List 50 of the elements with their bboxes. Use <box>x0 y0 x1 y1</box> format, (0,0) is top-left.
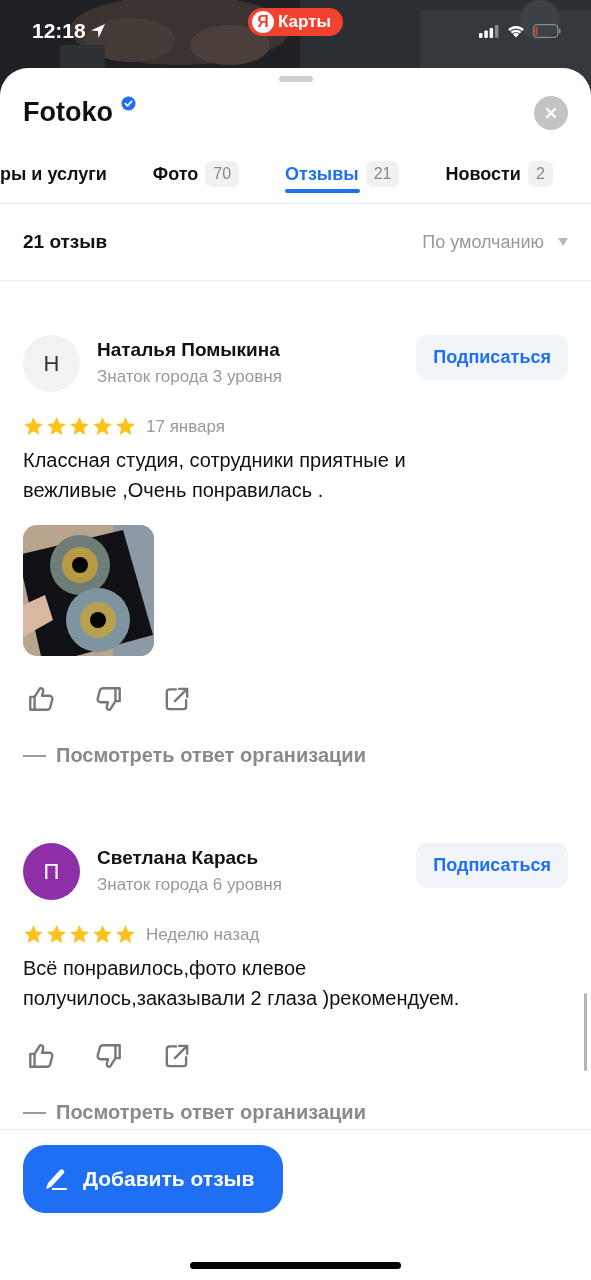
review-text: Классная студия, сотрудники приятные и вежливые ,Очень понравилась . <box>23 448 407 503</box>
star-icon <box>69 416 90 437</box>
reviewer-name: Наталья Помыкина <box>97 339 281 361</box>
star-icon <box>92 924 113 945</box>
tab[interactable]: Отзывы 21 <box>285 150 400 198</box>
star-icon <box>46 416 67 437</box>
tab[interactable]: ры и услуги <box>0 150 107 198</box>
star-icon <box>23 416 44 437</box>
count-badge: 21 <box>365 161 400 187</box>
location-arrow-icon <box>89 23 106 39</box>
drag-handle[interactable] <box>278 76 313 82</box>
place-title: Fotoko <box>23 96 113 128</box>
thumbs-up-icon[interactable] <box>26 684 56 714</box>
reviewer-level: Знаток города 3 уровня <box>97 367 282 387</box>
view-reply-link[interactable]: Посмотреть ответ организации <box>23 744 366 767</box>
tab[interactable]: Новости 2 <box>445 150 553 198</box>
subscribe-button[interactable]: Подписаться <box>416 335 568 380</box>
review-date: 17 января <box>146 416 225 437</box>
star-icon <box>115 416 136 437</box>
thumbs-down-icon[interactable] <box>94 684 124 714</box>
clock-time: 12:18 <box>32 19 86 43</box>
star-icon <box>115 924 136 945</box>
subscribe-button[interactable]: Подписаться <box>416 843 568 888</box>
app-name: Карты <box>278 12 332 32</box>
wifi-icon <box>506 24 526 38</box>
count-badge: 70 <box>205 161 240 187</box>
review-text: Всё понравилось,фото клевое получилось,заказывали 2 глаза )рекомендуем. <box>23 956 461 1011</box>
view-reply-link[interactable]: Посмотреть ответ организации <box>23 1101 366 1124</box>
dropdown-triangle-icon <box>558 238 568 246</box>
avatar: П <box>23 843 80 900</box>
reviewer-name: Светлана Карась <box>97 847 260 869</box>
pencil-icon <box>43 1166 69 1192</box>
review-date: Неделю назад <box>146 924 260 945</box>
review-count: 21 отзыв <box>23 231 108 253</box>
star-icon <box>69 924 90 945</box>
close-icon <box>545 107 557 119</box>
signal-icon <box>479 24 499 38</box>
star-icon <box>23 924 44 945</box>
thumbs-down-icon[interactable] <box>94 1041 124 1071</box>
reviewer-level: Знаток города 6 уровня <box>97 875 282 895</box>
sort-dropdown[interactable]: По умолчанию <box>422 231 568 253</box>
app-logo: Я <box>252 11 274 33</box>
star-icon <box>92 416 113 437</box>
add-review-button[interactable]: Добавить отзыв <box>23 1145 283 1213</box>
count-badge: 2 <box>527 161 553 187</box>
avatar: Н <box>23 335 80 392</box>
tab[interactable]: Фото 70 <box>152 150 240 198</box>
star-icon <box>46 924 67 945</box>
battery-icon <box>533 24 561 38</box>
thumbs-up-icon[interactable] <box>26 1041 56 1071</box>
